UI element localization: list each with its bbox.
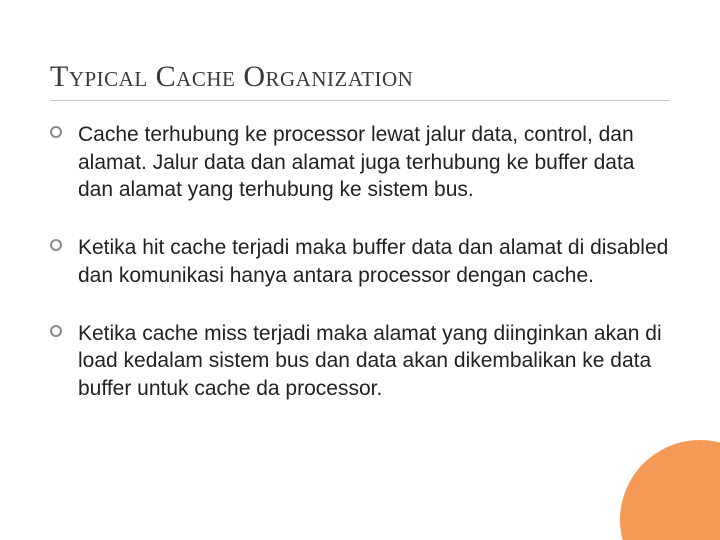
bullet-list: Cache terhubung ke processor lewat jalur… [50,121,670,403]
bullet-icon [50,126,62,138]
list-item-text: Ketika cache miss terjadi maka alamat ya… [78,322,662,400]
list-item: Ketika cache miss terjadi maka alamat ya… [50,320,670,403]
circle-icon [622,490,682,540]
corner-decoration [600,420,720,540]
list-item-text: Cache terhubung ke processor lewat jalur… [78,123,635,201]
bullet-icon [50,239,62,251]
list-item: Ketika hit cache terjadi maka buffer dat… [50,234,670,289]
slide: Typical Cache Organization Cache terhubu… [0,0,720,540]
list-item: Cache terhubung ke processor lewat jalur… [50,121,670,204]
list-item-text: Ketika hit cache terjadi maka buffer dat… [78,236,668,287]
circle-icon [620,440,720,540]
slide-title: Typical Cache Organization [50,60,670,101]
bullet-icon [50,325,62,337]
